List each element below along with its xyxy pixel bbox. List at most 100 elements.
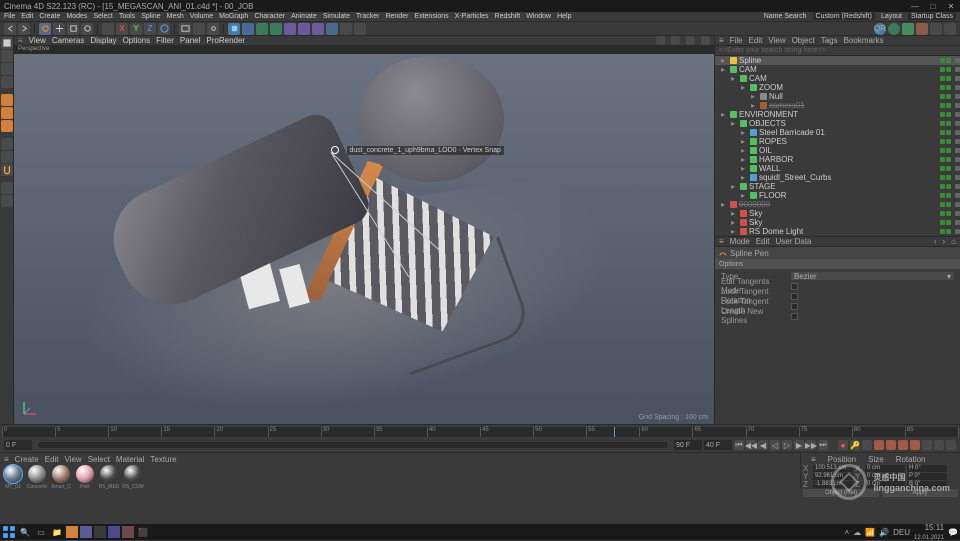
lock-zaxis[interactable]: Z <box>144 23 156 35</box>
menu-redshift[interactable]: Redshift <box>495 13 521 20</box>
maximize-button[interactable]: □ <box>928 2 938 11</box>
objref-select[interactable]: Object (Rel) <box>803 489 879 497</box>
vp-prorender[interactable]: ProRender <box>206 36 245 45</box>
key-p-icon[interactable] <box>874 440 884 450</box>
menu-spline[interactable]: Spline <box>141 13 160 20</box>
tree-row[interactable]: ▸STAGE <box>715 182 960 191</box>
mat-texture[interactable]: Texture <box>150 455 176 463</box>
tree-row[interactable]: ▸ENVIRONMENT <box>715 110 960 119</box>
camera-icon[interactable] <box>340 23 352 35</box>
tree-row[interactable]: ▸CAM <box>715 65 960 74</box>
material-RS_COM[interactable]: RS_COM <box>122 465 144 490</box>
help-icon[interactable] <box>944 23 956 35</box>
xp-icon[interactable] <box>888 23 900 35</box>
render-region[interactable] <box>193 23 205 35</box>
startup-selector[interactable]: Startup Class <box>908 13 956 20</box>
tray-lang[interactable]: DEU <box>893 528 910 537</box>
render-settings[interactable] <box>207 23 219 35</box>
start-frame[interactable]: 0 F <box>4 440 32 450</box>
tree-row[interactable]: ▸OBJECTS <box>715 119 960 128</box>
deformer-icon[interactable] <box>312 23 324 35</box>
app1-icon[interactable] <box>66 526 78 538</box>
timeline-ruler[interactable]: 051015202530354045505560657075808590 <box>0 424 960 438</box>
obj-object[interactable]: Object <box>792 36 815 45</box>
mat-material[interactable]: Material <box>116 455 144 463</box>
tree-row[interactable]: ▸squidl_Street_Curbs <box>715 173 960 182</box>
redo-button[interactable] <box>18 23 30 35</box>
dope-icon[interactable] <box>946 440 956 450</box>
close-button[interactable]: ✕ <box>946 2 956 11</box>
prev-key-icon[interactable]: ◀◀ <box>746 440 756 450</box>
render-view[interactable] <box>179 23 191 35</box>
vp-nav4-icon[interactable] <box>701 36 710 45</box>
vp-view[interactable]: View <box>29 36 46 45</box>
key-r-icon[interactable] <box>898 440 908 450</box>
material-Pink[interactable]: Pink <box>74 465 96 490</box>
vp-cameras[interactable]: Cameras <box>52 36 84 45</box>
attr-next-icon[interactable]: › <box>942 237 945 246</box>
explorer-icon[interactable]: 📁 <box>50 525 64 539</box>
tree-row[interactable]: ▸camera01 <box>715 101 960 110</box>
vp-panel[interactable]: Panel <box>180 36 200 45</box>
menu-select[interactable]: Select <box>93 13 112 20</box>
vp-nav3-icon[interactable] <box>686 36 695 45</box>
menu-volume[interactable]: Volume <box>190 13 213 20</box>
workplane-mode[interactable] <box>1 63 13 75</box>
vp-options[interactable]: Options <box>123 36 151 45</box>
tree-row[interactable]: ▸Null <box>715 92 960 101</box>
material-MT_01[interactable]: MT_01 <box>2 465 24 490</box>
vp-filter[interactable]: Filter <box>156 36 174 45</box>
viewport-solo[interactable] <box>1 151 13 163</box>
name-search[interactable]: Name Search <box>764 13 807 20</box>
tree-row[interactable]: ▸FLOOR <box>715 191 960 200</box>
menu-create[interactable]: Create <box>39 13 60 20</box>
apply-button[interactable]: Apply <box>882 489 958 497</box>
lockrot-checkbox[interactable] <box>791 293 798 300</box>
play-back-icon[interactable]: ◁ <box>770 440 780 450</box>
obj-view[interactable]: View <box>768 36 785 45</box>
rotate-tool[interactable] <box>81 23 93 35</box>
menu-animate[interactable]: Animate <box>291 13 317 20</box>
menu-mesh[interactable]: Mesh <box>167 13 184 20</box>
selection-tool[interactable] <box>1 195 13 207</box>
goto-start-icon[interactable]: ⏮ <box>734 440 744 450</box>
menu-tracker[interactable]: Tracker <box>356 13 379 20</box>
menu-xparticles[interactable]: X-Particles <box>455 13 489 20</box>
last-tool[interactable] <box>102 23 114 35</box>
polys-mode[interactable] <box>1 120 13 132</box>
tray-arrow-icon[interactable]: ˄ <box>845 528 850 537</box>
tan-checkbox[interactable] <box>791 283 798 290</box>
filter-icon[interactable] <box>1 76 13 88</box>
mat-view[interactable]: View <box>64 455 81 463</box>
tree-row[interactable]: ▸WALL <box>715 164 960 173</box>
tree-row[interactable]: ▸HARBOR <box>715 155 960 164</box>
menu-edit[interactable]: Edit <box>21 13 33 20</box>
curves-icon[interactable] <box>934 440 944 450</box>
attr-edit[interactable]: Edit <box>756 237 770 246</box>
generator2-icon[interactable] <box>270 23 282 35</box>
menu-window[interactable]: Window <box>526 13 551 20</box>
menu-modes[interactable]: Modes <box>66 13 87 20</box>
playhead[interactable] <box>614 427 615 437</box>
menu-character[interactable]: Character <box>254 13 285 20</box>
spline-primitive[interactable] <box>242 23 254 35</box>
tree-row[interactable]: ▸CAM <box>715 74 960 83</box>
material-Smart_C[interactable]: Smart_C <box>50 465 72 490</box>
app4-icon[interactable] <box>108 526 120 538</box>
record-icon[interactable]: ● <box>838 440 848 450</box>
range-slider[interactable] <box>38 442 668 448</box>
quickrender-icon[interactable]: QR <box>874 23 886 35</box>
tray-notif-icon[interactable]: 💬 <box>948 528 958 537</box>
field-icon[interactable] <box>298 23 310 35</box>
app2-icon[interactable] <box>80 526 92 538</box>
keysel-icon[interactable] <box>862 440 872 450</box>
current-frame[interactable]: 40 F <box>704 440 732 450</box>
vp-display[interactable]: Display <box>90 36 116 45</box>
attr-up-icon[interactable]: ⌂ <box>951 237 956 246</box>
tray-date[interactable]: 12.01.2021 <box>914 535 944 541</box>
vp-nav2-icon[interactable] <box>671 36 680 45</box>
prev-frame-icon[interactable]: ◀ <box>758 440 768 450</box>
objects-search[interactable]: <<Enter your search string here>> <box>715 46 960 56</box>
scale-tool[interactable] <box>67 23 79 35</box>
undo-button[interactable] <box>4 23 16 35</box>
